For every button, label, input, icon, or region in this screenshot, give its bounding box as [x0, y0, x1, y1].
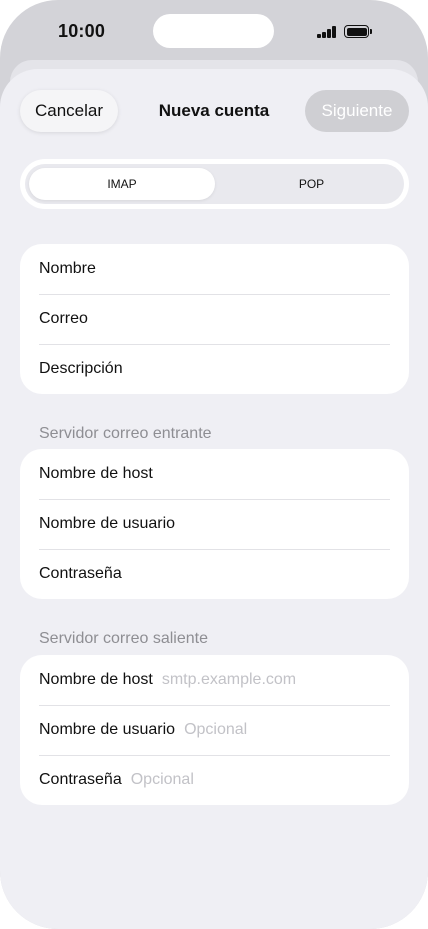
incoming-password-field[interactable]: Contraseña: [20, 549, 409, 599]
outgoing-username-placeholder: Opcional: [184, 721, 248, 738]
dynamic-island: [153, 14, 274, 48]
next-button[interactable]: Siguiente: [305, 90, 409, 132]
status-bar: 10:00: [0, 0, 428, 62]
name-label: Nombre: [39, 260, 96, 277]
incoming-host-field[interactable]: Nombre de host: [20, 449, 409, 499]
description-label: Descripción: [39, 360, 123, 377]
outgoing-password-label: Contraseña: [39, 771, 122, 788]
incoming-username-label: Nombre de usuario: [39, 515, 176, 532]
segment-track: IMAP POP: [25, 164, 404, 204]
name-field[interactable]: Nombre: [20, 244, 409, 294]
outgoing-username-field[interactable]: Nombre de usuario Opcional: [20, 705, 409, 755]
outgoing-password-field[interactable]: Contraseña Opcional: [20, 755, 409, 805]
incoming-server-group: Nombre de host Nombre de usuario Contras…: [20, 449, 409, 599]
phone-frame: 10:00 Cancelar Nueva cuenta Siguiente IM…: [0, 0, 428, 929]
outgoing-host-label: Nombre de host: [39, 671, 153, 688]
incoming-password-label: Contraseña: [39, 565, 122, 582]
email-field[interactable]: Correo: [20, 294, 409, 344]
segment-pop[interactable]: POP: [219, 168, 404, 200]
account-info-group: Nombre Correo Descripción: [20, 244, 409, 394]
segment-imap[interactable]: IMAP: [29, 168, 215, 200]
description-field[interactable]: Descripción: [20, 344, 409, 394]
cellular-signal-icon: [317, 26, 339, 38]
battery-tip: [370, 29, 372, 34]
outgoing-server-group: Nombre de host smtp.example.com Nombre d…: [20, 655, 409, 805]
incoming-host-label: Nombre de host: [39, 465, 153, 482]
outgoing-host-placeholder: smtp.example.com: [161, 671, 297, 688]
battery-icon: [344, 25, 369, 38]
incoming-server-header: Servidor correo entrante: [39, 425, 212, 442]
protocol-segmented-control: IMAP POP: [20, 159, 409, 209]
outgoing-username-label: Nombre de usuario: [39, 721, 176, 738]
outgoing-server-header: Servidor correo saliente: [39, 630, 208, 647]
status-time: 10:00: [58, 21, 106, 41]
outgoing-host-field[interactable]: Nombre de host smtp.example.com: [20, 655, 409, 705]
email-label: Correo: [39, 310, 88, 327]
outgoing-password-placeholder: Opcional: [130, 771, 194, 788]
incoming-username-field[interactable]: Nombre de usuario: [20, 499, 409, 549]
